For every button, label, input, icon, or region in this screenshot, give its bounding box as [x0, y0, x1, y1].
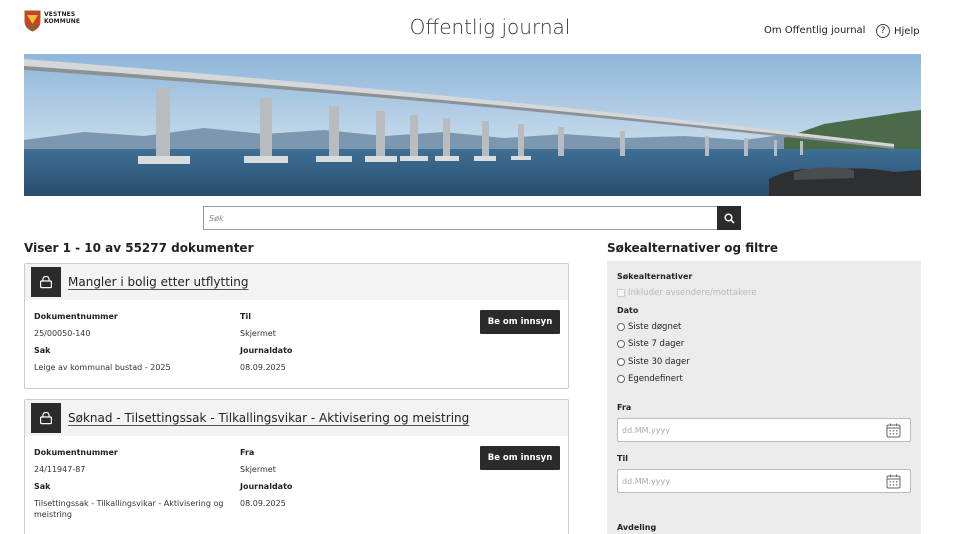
document-number-label: Dokumentnummer: [34, 448, 118, 457]
case-value: Leige av kommunal bustad - 2025: [34, 363, 171, 372]
journal-date-label: Journaldato: [240, 482, 293, 491]
to-date-label: Til: [617, 454, 628, 463]
journal-date-value: 08.09.2025: [240, 499, 286, 508]
date-option-last-day[interactable]: Siste døgnet: [617, 322, 681, 332]
lock-icon: [31, 403, 61, 433]
radio-button[interactable]: [617, 340, 625, 348]
help-link[interactable]: ? Hjelp: [876, 24, 920, 38]
help-label: Hjelp: [894, 25, 920, 37]
document-number-value: 25/00050-140: [34, 329, 91, 338]
result-card: Mangler i bolig etter utflytting Dokumen…: [24, 263, 569, 389]
result-count: Viser 1 - 10 av 55277 dokumenter: [24, 241, 254, 255]
search-icon: [724, 213, 735, 224]
result-card: Søknad - Tilsettingssak - Tilkallingsvik…: [24, 399, 569, 534]
recipient-value: Skjermet: [240, 329, 276, 338]
help-icon: ?: [876, 24, 890, 38]
search-options-heading: Søkealternativer: [617, 272, 693, 281]
journal-date-label: Journaldato: [240, 346, 293, 355]
include-sender-checkbox: [617, 289, 625, 297]
date-heading: Dato: [617, 306, 639, 315]
banner-image: [24, 54, 921, 196]
lock-icon: [31, 267, 61, 297]
radio-button[interactable]: [617, 323, 625, 331]
document-title-link[interactable]: Søknad - Tilsettingssak - Tilkallingsvik…: [68, 411, 469, 425]
date-option-last-30-days[interactable]: Siste 30 dager: [617, 357, 690, 367]
search-input[interactable]: [203, 206, 717, 230]
case-label: Sak: [34, 346, 51, 355]
date-option-last-7-days[interactable]: Siste 7 dager: [617, 339, 684, 349]
search-button[interactable]: [717, 206, 741, 230]
calendar-icon[interactable]: [886, 423, 901, 438]
case-label: Sak: [34, 482, 51, 491]
filters-panel: Søkealternativer Inkluder avsendere/mott…: [607, 261, 921, 534]
filters-title: Søkealternativer og filtre: [607, 241, 779, 255]
include-sender-option: Inkluder avsendere/mottakere: [617, 288, 756, 298]
document-title-link[interactable]: Mangler i bolig etter utflytting: [68, 275, 248, 289]
from-date-input[interactable]: dd.MM.yyyy: [617, 418, 911, 442]
journal-date-value: 08.09.2025: [240, 363, 286, 372]
case-value: Tilsettingssak - Tilkallingsvikar - Akti…: [34, 499, 224, 519]
request-access-button[interactable]: Be om innsyn: [480, 446, 560, 470]
department-label: Avdeling: [617, 523, 657, 532]
date-option-custom[interactable]: Egendefinert: [617, 374, 683, 384]
recipient-label: Til: [240, 312, 251, 321]
from-date-label: Fra: [617, 403, 632, 412]
document-number-label: Dokumentnummer: [34, 312, 118, 321]
radio-button[interactable]: [617, 358, 625, 366]
radio-button[interactable]: [617, 375, 625, 383]
to-date-input[interactable]: dd.MM.yyyy: [617, 469, 911, 493]
about-link[interactable]: Om Offentlig journal: [764, 25, 865, 36]
calendar-icon[interactable]: [886, 474, 901, 489]
document-number-value: 24/11947-87: [34, 465, 86, 474]
request-access-button[interactable]: Be om innsyn: [480, 310, 560, 334]
sender-label: Fra: [240, 448, 255, 457]
search-bar: [203, 206, 741, 230]
sender-value: Skjermet: [240, 465, 276, 474]
